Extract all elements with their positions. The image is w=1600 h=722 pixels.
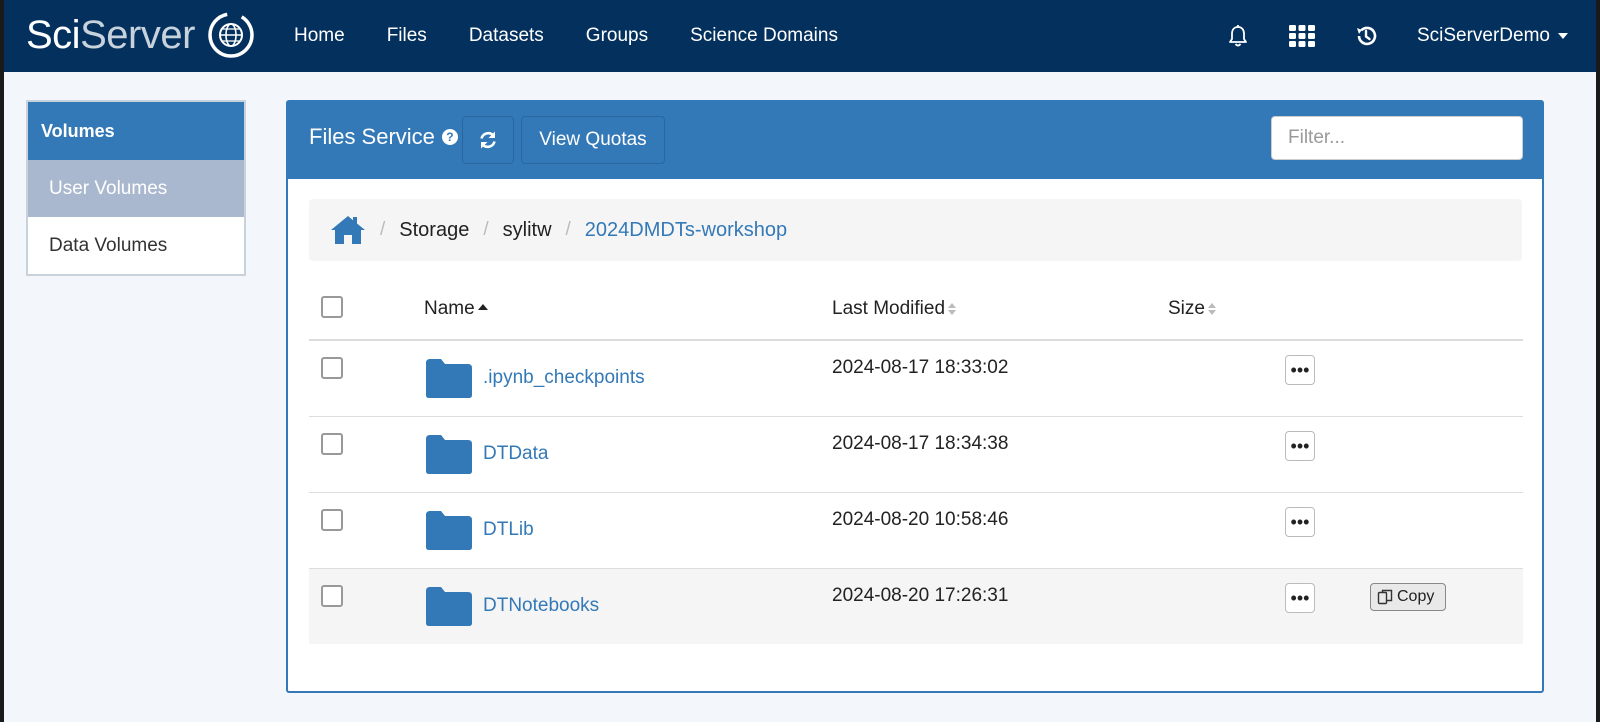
copy-label: Copy <box>1397 588 1435 605</box>
column-header-last-modified[interactable]: Last Modified <box>832 279 1168 341</box>
folder-icon <box>426 511 472 550</box>
breadcrumb-separator: / <box>483 219 489 240</box>
username: SciServerDemo <box>1416 25 1550 46</box>
sidebar-item-user-volumes[interactable]: User Volumes <box>28 160 244 217</box>
volumes-sidebar: Volumes User Volumes Data Volumes <box>26 100 246 276</box>
sidebar-item-data-volumes[interactable]: Data Volumes <box>28 217 244 274</box>
question-circle-icon[interactable]: ? <box>441 129 458 145</box>
user-menu[interactable]: SciServerDemo <box>1417 25 1568 47</box>
last-modified: 2024-08-17 18:33:02 <box>832 357 1009 378</box>
folder-icon <box>426 587 472 626</box>
nav-datasets[interactable]: Datasets <box>469 25 544 47</box>
panel-title: Files Service ? <box>309 124 458 150</box>
apps-grid-icon[interactable] <box>1288 23 1315 49</box>
view-quotas-button[interactable]: View Quotas <box>521 116 665 164</box>
folder-name-link[interactable]: DTData <box>483 443 548 465</box>
history-icon[interactable] <box>1353 23 1379 49</box>
nav-files[interactable]: Files <box>387 25 427 47</box>
row-checkbox[interactable] <box>321 433 343 455</box>
bell-icon[interactable] <box>1225 23 1251 49</box>
last-modified: 2024-08-17 18:34:38 <box>832 433 1009 454</box>
nav-right: SciServerDemo <box>1225 0 1596 72</box>
row-checkbox[interactable] <box>321 357 343 379</box>
breadcrumb-separator: / <box>565 219 571 240</box>
last-modified: 2024-08-20 10:58:46 <box>832 509 1009 530</box>
nav-home[interactable]: Home <box>294 25 345 47</box>
folder-name-link[interactable]: DTLib <box>483 519 534 541</box>
breadcrumb: / Storage / sylitw / 2024DMDTs-workshop <box>309 199 1522 261</box>
breadcrumb-storage[interactable]: Storage <box>399 219 469 242</box>
sort-icon <box>1207 302 1216 315</box>
more-actions-button[interactable]: ••• <box>1285 583 1315 613</box>
breadcrumb-user[interactable]: sylitw <box>503 219 552 242</box>
refresh-button[interactable] <box>462 116 514 164</box>
nav-groups[interactable]: Groups <box>586 25 648 47</box>
logo-text: SciServer <box>26 13 195 57</box>
more-actions-button[interactable]: ••• <box>1285 507 1315 537</box>
chevron-down-icon <box>1558 33 1568 39</box>
files-table: Name Last Modified Size .ipynb_checkpoin… <box>309 279 1523 644</box>
nav-science-domains[interactable]: Science Domains <box>690 25 838 47</box>
breadcrumb-current-folder[interactable]: 2024DMDTs-workshop <box>585 219 787 242</box>
row-checkbox[interactable] <box>321 509 343 531</box>
column-header-name[interactable]: Name <box>424 279 832 341</box>
folder-name-link[interactable]: .ipynb_checkpoints <box>483 367 645 389</box>
home-icon[interactable] <box>330 214 366 246</box>
refresh-icon <box>480 131 496 149</box>
folder-icon <box>426 435 472 474</box>
sciserver-logo[interactable]: SciServer <box>26 10 255 60</box>
table-row[interactable]: DTNotebooks 2024-08-20 17:26:31 ••• Copy <box>309 568 1523 644</box>
filter-input[interactable] <box>1271 116 1523 160</box>
last-modified: 2024-08-20 17:26:31 <box>832 585 1009 606</box>
copy-icon <box>1377 589 1393 605</box>
row-checkbox[interactable] <box>321 585 343 607</box>
breadcrumb-separator: / <box>380 219 386 240</box>
main-nav: Home Files Datasets Groups Science Domai… <box>294 0 880 72</box>
column-header-size[interactable]: Size <box>1168 279 1285 341</box>
folder-name-link[interactable]: DTNotebooks <box>483 595 599 617</box>
app-frame: SciServer Home Files Datasets Groups Sci… <box>4 0 1596 722</box>
panel-header: Files Service ? View Quotas <box>288 102 1542 179</box>
sort-icon <box>948 302 957 315</box>
copy-button[interactable]: Copy <box>1370 583 1446 611</box>
top-navbar: SciServer Home Files Datasets Groups Sci… <box>4 0 1596 72</box>
folder-icon <box>426 359 472 398</box>
globe-icon <box>208 12 254 58</box>
more-actions-button[interactable]: ••• <box>1285 431 1315 461</box>
sidebar-header: Volumes <box>28 102 244 160</box>
table-row[interactable]: DTData 2024-08-17 18:34:38 ••• <box>309 416 1523 493</box>
select-all-checkbox[interactable] <box>321 296 343 318</box>
sort-asc-icon <box>477 304 488 310</box>
more-actions-button[interactable]: ••• <box>1285 355 1315 385</box>
table-row[interactable]: .ipynb_checkpoints 2024-08-17 18:33:02 •… <box>309 340 1523 417</box>
files-service-panel: Files Service ? View Quotas / Storage / <box>286 100 1544 693</box>
table-header-row: Name Last Modified Size <box>309 279 1523 341</box>
table-row[interactable]: DTLib 2024-08-20 10:58:46 ••• <box>309 492 1523 569</box>
